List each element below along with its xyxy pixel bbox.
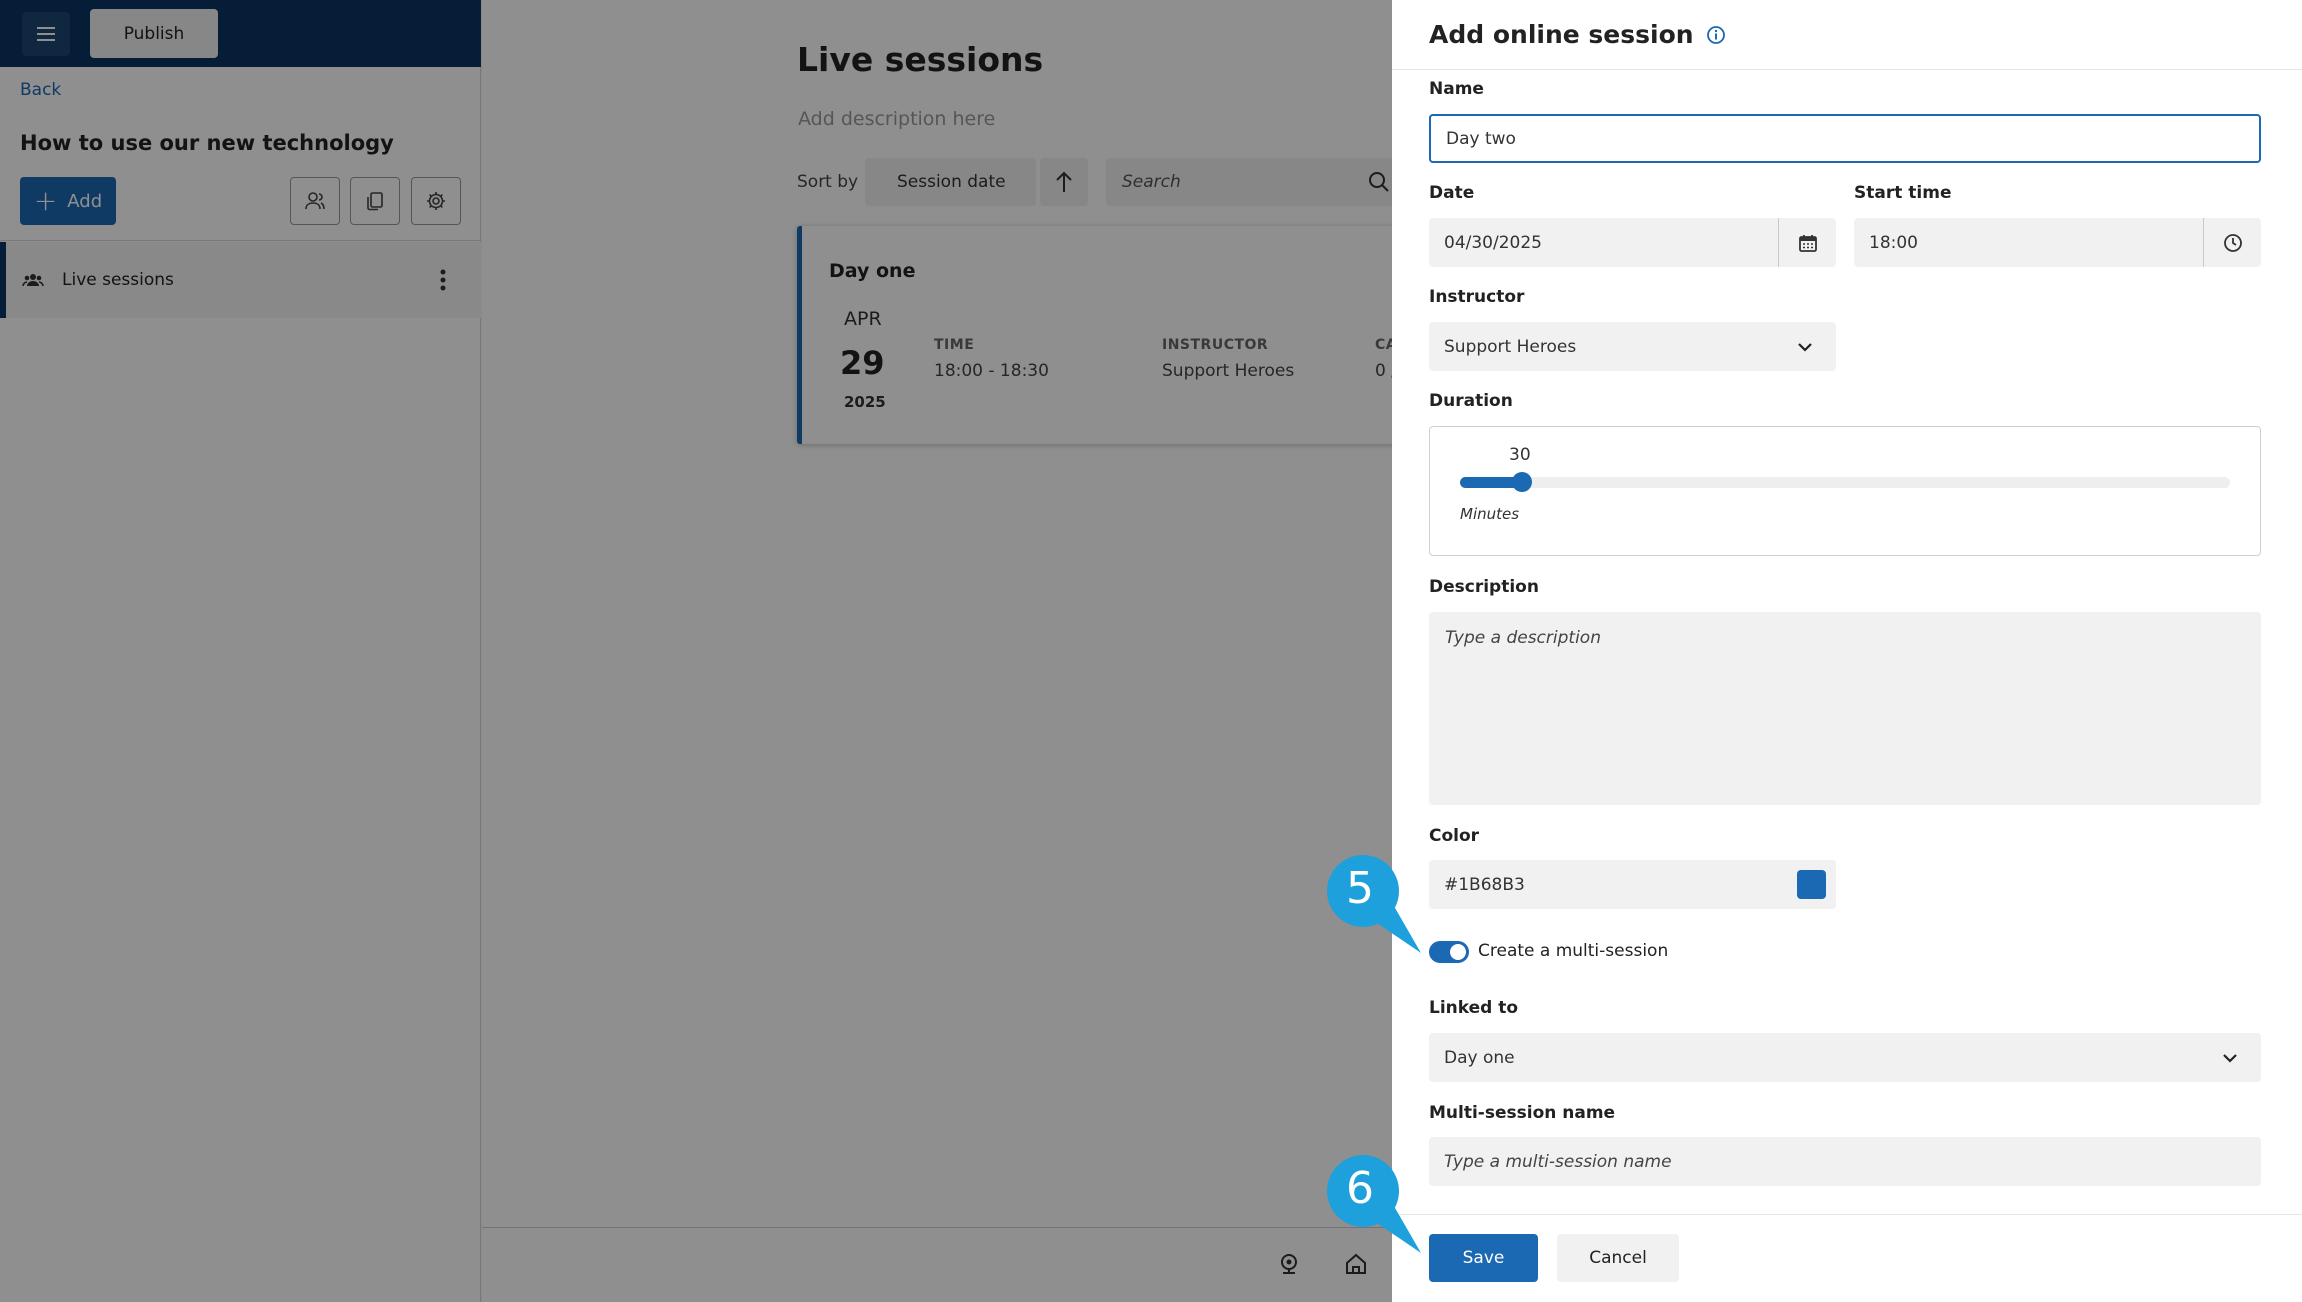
panel-divider bbox=[1392, 69, 2302, 70]
clock-icon bbox=[2223, 233, 2242, 252]
duration-value: 30 bbox=[1509, 445, 1531, 465]
start-time-input[interactable]: 18:00 bbox=[1854, 218, 2261, 267]
chevron-down-icon bbox=[2223, 1054, 2237, 1063]
multi-session-toggle[interactable] bbox=[1429, 941, 1469, 963]
name-label: Name bbox=[1429, 79, 1484, 99]
linked-to-label: Linked to bbox=[1429, 998, 1519, 1018]
duration-slider[interactable] bbox=[1460, 472, 2230, 492]
color-swatch[interactable] bbox=[1797, 870, 1826, 899]
duration-unit: Minutes bbox=[1460, 505, 1520, 523]
add-session-panel: Add online session Name Day two Date 04/… bbox=[1392, 0, 2302, 1302]
chevron-down-icon bbox=[1798, 343, 1812, 352]
calendar-icon bbox=[1798, 234, 1817, 252]
step-6-number: 6 bbox=[1346, 1163, 1374, 1214]
description-label: Description bbox=[1429, 577, 1539, 597]
name-input[interactable]: Day two bbox=[1429, 114, 2261, 163]
date-label: Date bbox=[1429, 183, 1475, 203]
color-value: #1B68B3 bbox=[1444, 874, 1525, 895]
duration-label: Duration bbox=[1429, 391, 1513, 411]
start-time-label: Start time bbox=[1854, 183, 1952, 203]
date-value: 04/30/2025 bbox=[1444, 232, 1542, 253]
panel-title-text: Add online session bbox=[1429, 20, 1694, 49]
date-input[interactable]: 04/30/2025 bbox=[1429, 218, 1836, 267]
step-6-callout: 6 bbox=[1325, 1153, 1421, 1263]
time-picker-button[interactable] bbox=[2203, 218, 2261, 267]
panel-title: Add online session bbox=[1429, 20, 1726, 49]
save-button[interactable]: Save bbox=[1429, 1234, 1538, 1282]
instructor-select[interactable]: Support Heroes bbox=[1429, 322, 1836, 371]
step-5-callout: 5 bbox=[1325, 853, 1421, 963]
instructor-label: Instructor bbox=[1429, 287, 1525, 307]
color-input[interactable]: #1B68B3 bbox=[1429, 860, 1836, 909]
panel-footer-divider bbox=[1392, 1214, 2302, 1215]
color-label: Color bbox=[1429, 826, 1480, 846]
multi-session-name-label: Multi-session name bbox=[1429, 1103, 1616, 1123]
multi-session-label: Create a multi-session bbox=[1478, 941, 1669, 961]
toggle-knob bbox=[1450, 944, 1466, 960]
date-picker-button[interactable] bbox=[1778, 218, 1836, 267]
linked-to-select[interactable]: Day one bbox=[1429, 1033, 2261, 1082]
slider-thumb[interactable] bbox=[1512, 472, 1533, 492]
step-5-number: 5 bbox=[1346, 863, 1374, 914]
modal-backdrop[interactable] bbox=[0, 0, 1392, 1302]
instructor-value: Support Heroes bbox=[1444, 336, 1577, 357]
linked-to-value: Day one bbox=[1444, 1047, 1515, 1068]
info-icon[interactable] bbox=[1706, 25, 1726, 45]
start-time-value: 18:00 bbox=[1869, 232, 1918, 253]
cancel-button[interactable]: Cancel bbox=[1557, 1234, 1679, 1282]
description-textarea[interactable]: Type a description bbox=[1429, 612, 2261, 805]
duration-box: 30 Minutes bbox=[1429, 426, 2261, 556]
multi-session-name-input[interactable]: Type a multi-session name bbox=[1429, 1137, 2261, 1186]
